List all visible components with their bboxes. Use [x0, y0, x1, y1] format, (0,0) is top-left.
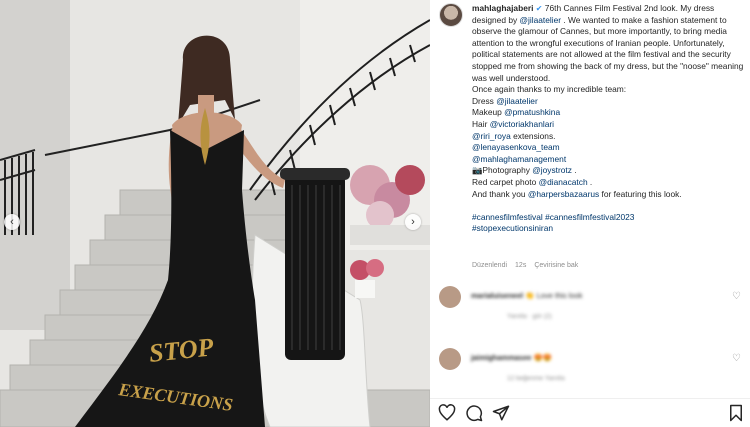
- commenter-avatar[interactable]: [439, 348, 461, 370]
- mention-link[interactable]: @victoriakhanlari: [490, 119, 554, 129]
- caption-area: mahlaghajaberi ✔ 76th Cannes Film Festiv…: [430, 0, 750, 296]
- bookmark-icon: [730, 404, 742, 422]
- comment-item: jaimighammasee 😍😍 12 beğenme Yanıtla ♡: [439, 348, 745, 388]
- caption-text: extensions.: [510, 130, 556, 141]
- like-button[interactable]: [437, 403, 457, 423]
- post-caption: mahlaghajaberi ✔ 76th Cannes Film Festiv…: [472, 3, 744, 235]
- comment-text: jaimighammasee 😍😍: [471, 353, 553, 362]
- mention-link[interactable]: @pmatushkina: [504, 107, 560, 117]
- send-icon: [492, 405, 510, 421]
- carousel-prev-button[interactable]: ‹: [4, 214, 20, 230]
- mention-link[interactable]: @lenayasenkova_team: [472, 142, 560, 152]
- caption-text: Dress: [472, 95, 497, 106]
- comment-button[interactable]: [464, 403, 484, 423]
- mention-link[interactable]: @riri_roya: [472, 131, 511, 141]
- post-meta: Düzenlendi 12s Çevirisine bak: [472, 262, 578, 269]
- caption-text: 📷Photography: [472, 165, 533, 176]
- mention-link[interactable]: @jilaatelier: [496, 96, 538, 106]
- caption-text: for featuring this look.: [599, 188, 682, 199]
- save-button[interactable]: [726, 403, 746, 423]
- carousel-next-button[interactable]: ›: [405, 214, 421, 230]
- share-button[interactable]: [491, 403, 511, 423]
- mention-link[interactable]: @mahlaghamanagement: [472, 154, 566, 164]
- caption-text: Hair: [472, 118, 490, 129]
- post-side-panel: mahlaghajaberi ✔ 76th Cannes Film Festiv…: [430, 0, 750, 427]
- post-photo[interactable]: STOP EXECUTIONS ‹ ›: [0, 0, 430, 427]
- chevron-right-icon: ›: [411, 215, 415, 228]
- caption-text: Makeup: [472, 107, 505, 118]
- caption-text: Once again thanks to my incredible team:: [472, 84, 627, 95]
- heart-icon[interactable]: ♡: [732, 353, 741, 364]
- mention-link[interactable]: @harpersbazaarus: [528, 189, 599, 199]
- edited-label: Düzenlendi: [472, 262, 508, 269]
- hashtag-link[interactable]: #stopexecutionsiniran: [472, 223, 553, 233]
- mention-link[interactable]: @dianacatch: [539, 177, 588, 187]
- hashtag-link[interactable]: #cannesfilmfestival #cannesfilmfestival2…: [472, 212, 634, 222]
- heart-icon[interactable]: ♡: [732, 291, 741, 302]
- timestamp: 12s: [515, 262, 527, 269]
- mention-link[interactable]: @jilaatelier: [520, 15, 562, 25]
- commenter-avatar[interactable]: [439, 286, 461, 308]
- caption-text: And thank you: [472, 188, 528, 199]
- caption-text: Red carpet photo: [472, 176, 539, 187]
- comment-icon: [466, 405, 483, 422]
- comment-subline[interactable]: Yanıtla · gör (2): [507, 313, 552, 320]
- mention-link[interactable]: @joystrotz: [532, 165, 572, 175]
- author-username[interactable]: mahlaghajaberi: [472, 3, 533, 13]
- chevron-left-icon: ‹: [10, 215, 14, 228]
- comment-item: marialuiseneel 👏 Love this look Yanıtla …: [439, 286, 745, 326]
- heart-icon: [438, 404, 456, 421]
- action-bar: [430, 398, 750, 427]
- translate-link[interactable]: Çevirisine bak: [534, 262, 578, 269]
- author-avatar[interactable]: [439, 3, 463, 27]
- photo-scene: STOP EXECUTIONS: [0, 0, 430, 427]
- caption-text: .: [571, 165, 577, 176]
- caption-text: .: [587, 176, 593, 187]
- comment-text: marialuiseneel 👏 Love this look: [471, 291, 583, 300]
- comment-subline[interactable]: 12 beğenme Yanıtla: [507, 375, 565, 382]
